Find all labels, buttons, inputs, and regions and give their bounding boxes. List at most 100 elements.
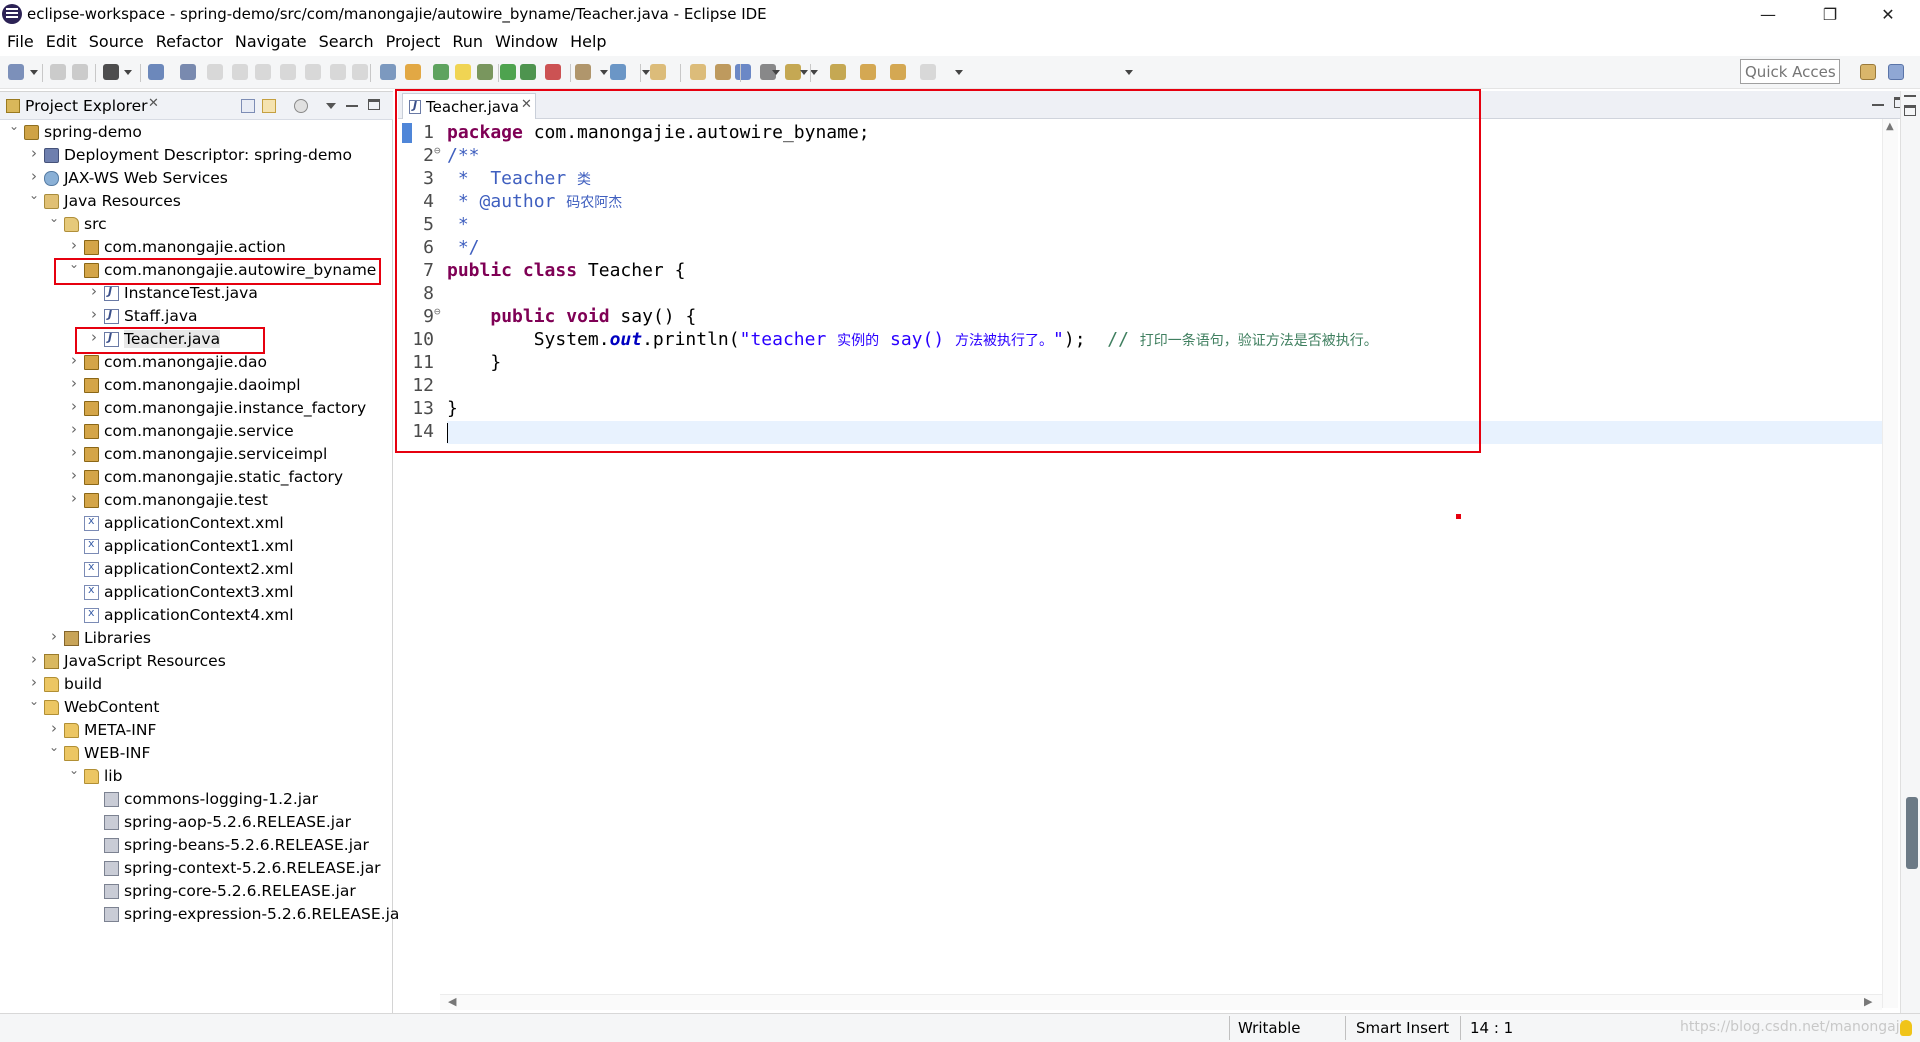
menu-project[interactable]: Project <box>380 32 447 51</box>
chevron-right-icon[interactable]: › <box>68 374 80 392</box>
collapse-all-icon[interactable] <box>241 99 255 113</box>
chevron-down-icon[interactable]: ⌄ <box>8 119 20 133</box>
web-browser-icon[interactable] <box>735 64 751 80</box>
back-icon[interactable] <box>890 64 906 80</box>
tree-item[interactable]: › com.manongajie.service <box>0 420 390 443</box>
tree-item[interactable]: › JavaScript Resources <box>0 650 390 673</box>
tree-item[interactable]: applicationContext3.xml <box>0 581 390 604</box>
new-icon[interactable] <box>8 64 24 80</box>
tree-item[interactable]: › com.manongajie.instance_factory <box>0 397 390 420</box>
chevron-down-icon[interactable]: ⌄ <box>28 188 40 202</box>
scroll-up-icon[interactable]: ▲ <box>1886 121 1894 132</box>
chevron-down-icon[interactable]: ⌄ <box>48 211 60 225</box>
tree-item[interactable]: spring-aop-5.2.6.RELEASE.jar <box>0 811 390 834</box>
chevron-right-icon[interactable]: › <box>68 420 80 438</box>
close-view-icon[interactable]: ✕ <box>148 96 159 111</box>
menu-search[interactable]: Search <box>313 32 380 51</box>
minimize-trim-icon[interactable] <box>1904 95 1916 97</box>
forward-icon[interactable] <box>920 64 936 80</box>
external-tools-icon[interactable] <box>545 64 561 80</box>
tree-item[interactable]: › Libraries <box>0 627 390 650</box>
tree-item[interactable]: spring-beans-5.2.6.RELEASE.jar <box>0 834 390 857</box>
tree-item[interactable]: › build <box>0 673 390 696</box>
chevron-down-icon[interactable]: ⌄ <box>48 740 60 754</box>
java-ee-perspective-icon[interactable] <box>1888 64 1904 80</box>
chevron-right-icon[interactable]: › <box>68 443 80 461</box>
format-icon[interactable] <box>477 64 493 80</box>
tree-item[interactable]: spring-expression-5.2.6.RELEASE.jar <box>0 903 406 926</box>
mark-occurrences-icon[interactable] <box>405 64 421 80</box>
resume-icon[interactable] <box>207 64 223 80</box>
chevron-right-icon[interactable]: › <box>88 305 100 323</box>
maximize-trim-icon[interactable] <box>1904 105 1916 116</box>
chevron-down-icon[interactable]: ⌄ <box>28 694 40 708</box>
run-icon[interactable] <box>520 64 536 80</box>
overview-ruler-thumb[interactable] <box>1906 797 1918 869</box>
chevron-down-icon[interactable] <box>124 70 132 75</box>
menu-edit[interactable]: Edit <box>40 32 83 51</box>
chevron-down-icon[interactable] <box>810 70 818 75</box>
chevron-right-icon[interactable]: › <box>68 466 80 484</box>
step-return-icon[interactable] <box>352 64 368 80</box>
vertical-scrollbar[interactable]: ▲ <box>1882 119 1898 1008</box>
highlight-icon[interactable] <box>455 64 471 80</box>
tree-item[interactable]: ⌄ Java Resources <box>0 188 390 213</box>
menu-window[interactable]: Window <box>489 32 564 51</box>
tree-item[interactable]: applicationContext4.xml <box>0 604 390 627</box>
maximize-button[interactable]: ❐ <box>1802 0 1858 29</box>
scroll-right-icon[interactable]: ▶ <box>1864 995 1872 1008</box>
new-class-icon[interactable] <box>610 64 626 80</box>
menu-source[interactable]: Source <box>83 32 150 51</box>
tree-item[interactable]: commons-logging-1.2.jar <box>0 788 390 811</box>
open-task-icon[interactable] <box>690 64 706 80</box>
step-into-icon[interactable] <box>305 64 321 80</box>
minimize-view-icon[interactable] <box>346 105 358 107</box>
disconnect-icon[interactable] <box>280 64 296 80</box>
save-all-icon[interactable] <box>72 64 88 80</box>
debug-icon[interactable] <box>500 64 516 80</box>
chevron-right-icon[interactable]: › <box>68 397 80 415</box>
chevron-right-icon[interactable]: › <box>28 167 40 185</box>
horizontal-scrollbar[interactable]: ◀ ▶ <box>440 994 1882 1010</box>
minimize-editor-icon[interactable] <box>1872 104 1884 106</box>
tree-item[interactable]: › com.manongajie.serviceimpl <box>0 443 390 466</box>
terminal-icon[interactable] <box>148 64 164 80</box>
close-window-button[interactable]: ✕ <box>1860 0 1916 29</box>
menu-help[interactable]: Help <box>564 32 612 51</box>
chevron-down-icon[interactable]: ⌄ <box>68 763 80 777</box>
step-over-icon[interactable] <box>330 64 346 80</box>
tree-item[interactable]: › com.manongajie.action <box>0 236 390 259</box>
next-annotation-icon[interactable] <box>785 64 801 80</box>
save-icon[interactable] <box>50 64 66 80</box>
tree-item[interactable]: ⌄ spring-demo <box>0 119 390 144</box>
menu-file[interactable]: File <box>0 32 40 51</box>
tree-item[interactable]: spring-core-5.2.6.RELEASE.jar <box>0 880 390 903</box>
chevron-right-icon[interactable]: › <box>28 144 40 162</box>
scroll-left-icon[interactable]: ◀ <box>448 995 456 1008</box>
tree-item[interactable]: ⌄ lib <box>0 763 390 788</box>
new-server-icon[interactable] <box>575 64 591 80</box>
open-type-icon[interactable] <box>650 64 666 80</box>
skip-breakpoints-icon[interactable] <box>180 64 196 80</box>
manage-profile-icon[interactable] <box>103 64 119 80</box>
tree-item[interactable]: › META-INF <box>0 719 390 742</box>
chevron-down-icon[interactable] <box>30 70 38 75</box>
tree-item[interactable]: applicationContext1.xml <box>0 535 390 558</box>
word-wrap-icon[interactable] <box>433 64 449 80</box>
tree-item[interactable]: spring-context-5.2.6.RELEASE.jar <box>0 857 390 880</box>
chevron-down-icon[interactable] <box>1125 70 1133 75</box>
last-edit-icon[interactable] <box>860 64 876 80</box>
tree-item[interactable]: ›InstanceTest.java <box>0 282 390 305</box>
tree-item[interactable]: ⌄ WEB-INF <box>0 740 390 765</box>
terminate-icon[interactable] <box>255 64 271 80</box>
tree-item[interactable]: › JAX-WS Web Services <box>0 167 390 190</box>
chevron-down-icon[interactable] <box>326 103 336 109</box>
open-perspective-icon[interactable] <box>1860 64 1876 80</box>
chevron-down-icon[interactable] <box>600 70 608 75</box>
tree-item[interactable]: › Staff.java <box>0 305 390 328</box>
previous-annotation-icon[interactable] <box>830 64 846 80</box>
view-menu-icon[interactable] <box>294 99 308 113</box>
tree-item[interactable]: ⌄ src <box>0 211 390 236</box>
maximize-view-icon[interactable] <box>368 99 380 110</box>
chevron-right-icon[interactable]: › <box>48 719 60 737</box>
